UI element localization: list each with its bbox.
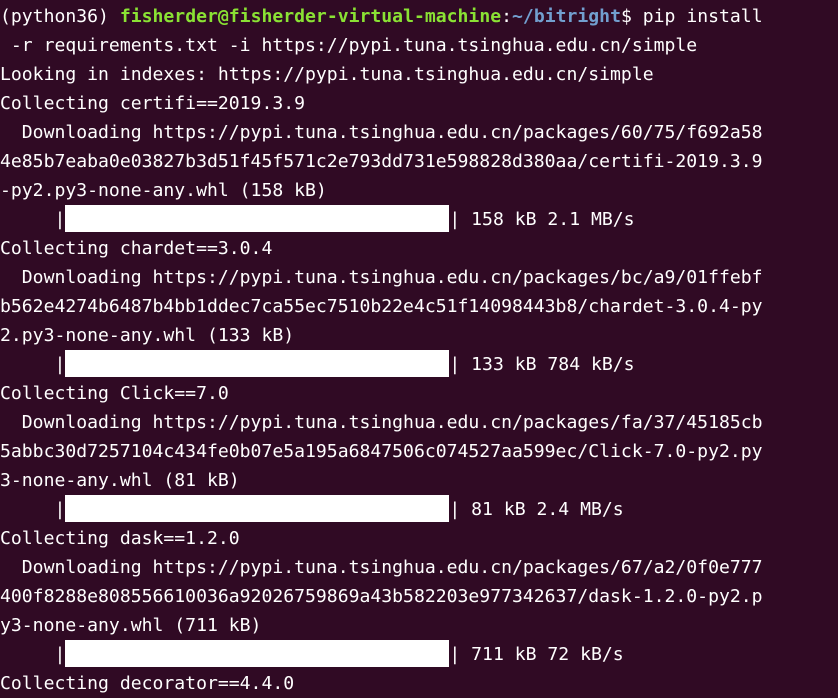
progress-prefix: | [0, 354, 66, 375]
collecting-line: Collecting Click==7.0 [0, 383, 229, 404]
download-url-line: Downloading https://pypi.tuna.tsinghua.e… [0, 412, 763, 433]
download-url-line: 400f8288e808556610036a92026759869a43b582… [0, 586, 763, 607]
prompt-dollar: $ [620, 6, 643, 27]
progress-line: | | 81 kB 2.4 MB/s [0, 495, 838, 524]
progress-bar [65, 350, 450, 377]
collecting-line: Collecting chardet==3.0.4 [0, 238, 273, 259]
command-text: pip install [642, 6, 763, 27]
progress-line: | | 711 kB 72 kB/s [0, 640, 838, 669]
progress-bar [65, 205, 450, 232]
progress-line: | | 158 kB 2.1 MB/s [0, 205, 838, 234]
progress-bar [65, 640, 450, 667]
prompt-colon: : [501, 6, 513, 27]
progress-line: | | 133 kB 784 kB/s [0, 350, 838, 379]
user-host: fisherder@fisherder-virtual-machine [119, 6, 502, 27]
command-continuation: -r requirements.txt -i https://pypi.tuna… [0, 35, 698, 56]
download-url-line: Downloading https://pypi.tuna.tsinghua.e… [0, 267, 763, 288]
download-url-line: b562e4274b6487b4bb1ddec7ca55ec7510b22e4c… [0, 296, 763, 317]
download-url-line: 3-none-any.whl (81 kB) [0, 470, 240, 491]
download-url-line: 5abbc30d7257104c434fe0b07e5a195a6847506c… [0, 441, 763, 462]
download-url-line: Downloading https://pypi.tuna.tsinghua.e… [0, 557, 763, 578]
download-url-line: Downloading https://pypi.tuna.tsinghua.e… [0, 122, 763, 143]
download-url-line: y3-none-any.whl (711 kB) [0, 615, 262, 636]
collecting-line: Collecting decorator==4.4.0 [0, 673, 295, 694]
progress-stats: | 81 kB 2.4 MB/s [449, 499, 624, 520]
collecting-line: Collecting certifi==2019.3.9 [0, 93, 306, 114]
progress-prefix: | [0, 644, 66, 665]
index-line: Looking in indexes: https://pypi.tuna.ts… [0, 64, 654, 85]
virtualenv-label: (python36) [0, 6, 109, 27]
progress-bar [65, 495, 450, 522]
progress-stats: | 711 kB 72 kB/s [449, 644, 624, 665]
progress-stats: | 133 kB 784 kB/s [449, 354, 635, 375]
collecting-line: Collecting dask==1.2.0 [0, 528, 240, 549]
download-url-line: 4e85b7eaba0e03827b3d51f45f571c2e793dd731… [0, 151, 763, 172]
prompt-line: (python36) fisherder@fisherder-virtual-m… [0, 2, 838, 31]
progress-prefix: | [0, 209, 66, 230]
working-directory: ~/bitright [512, 6, 621, 27]
download-url-line: -py2.py3-none-any.whl (158 kB) [0, 180, 327, 201]
progress-stats: | 158 kB 2.1 MB/s [449, 209, 635, 230]
terminal-window[interactable]: (python36) fisherder@fisherder-virtual-m… [0, 0, 838, 698]
download-url-line: 2.py3-none-any.whl (133 kB) [0, 325, 295, 346]
progress-prefix: | [0, 499, 66, 520]
